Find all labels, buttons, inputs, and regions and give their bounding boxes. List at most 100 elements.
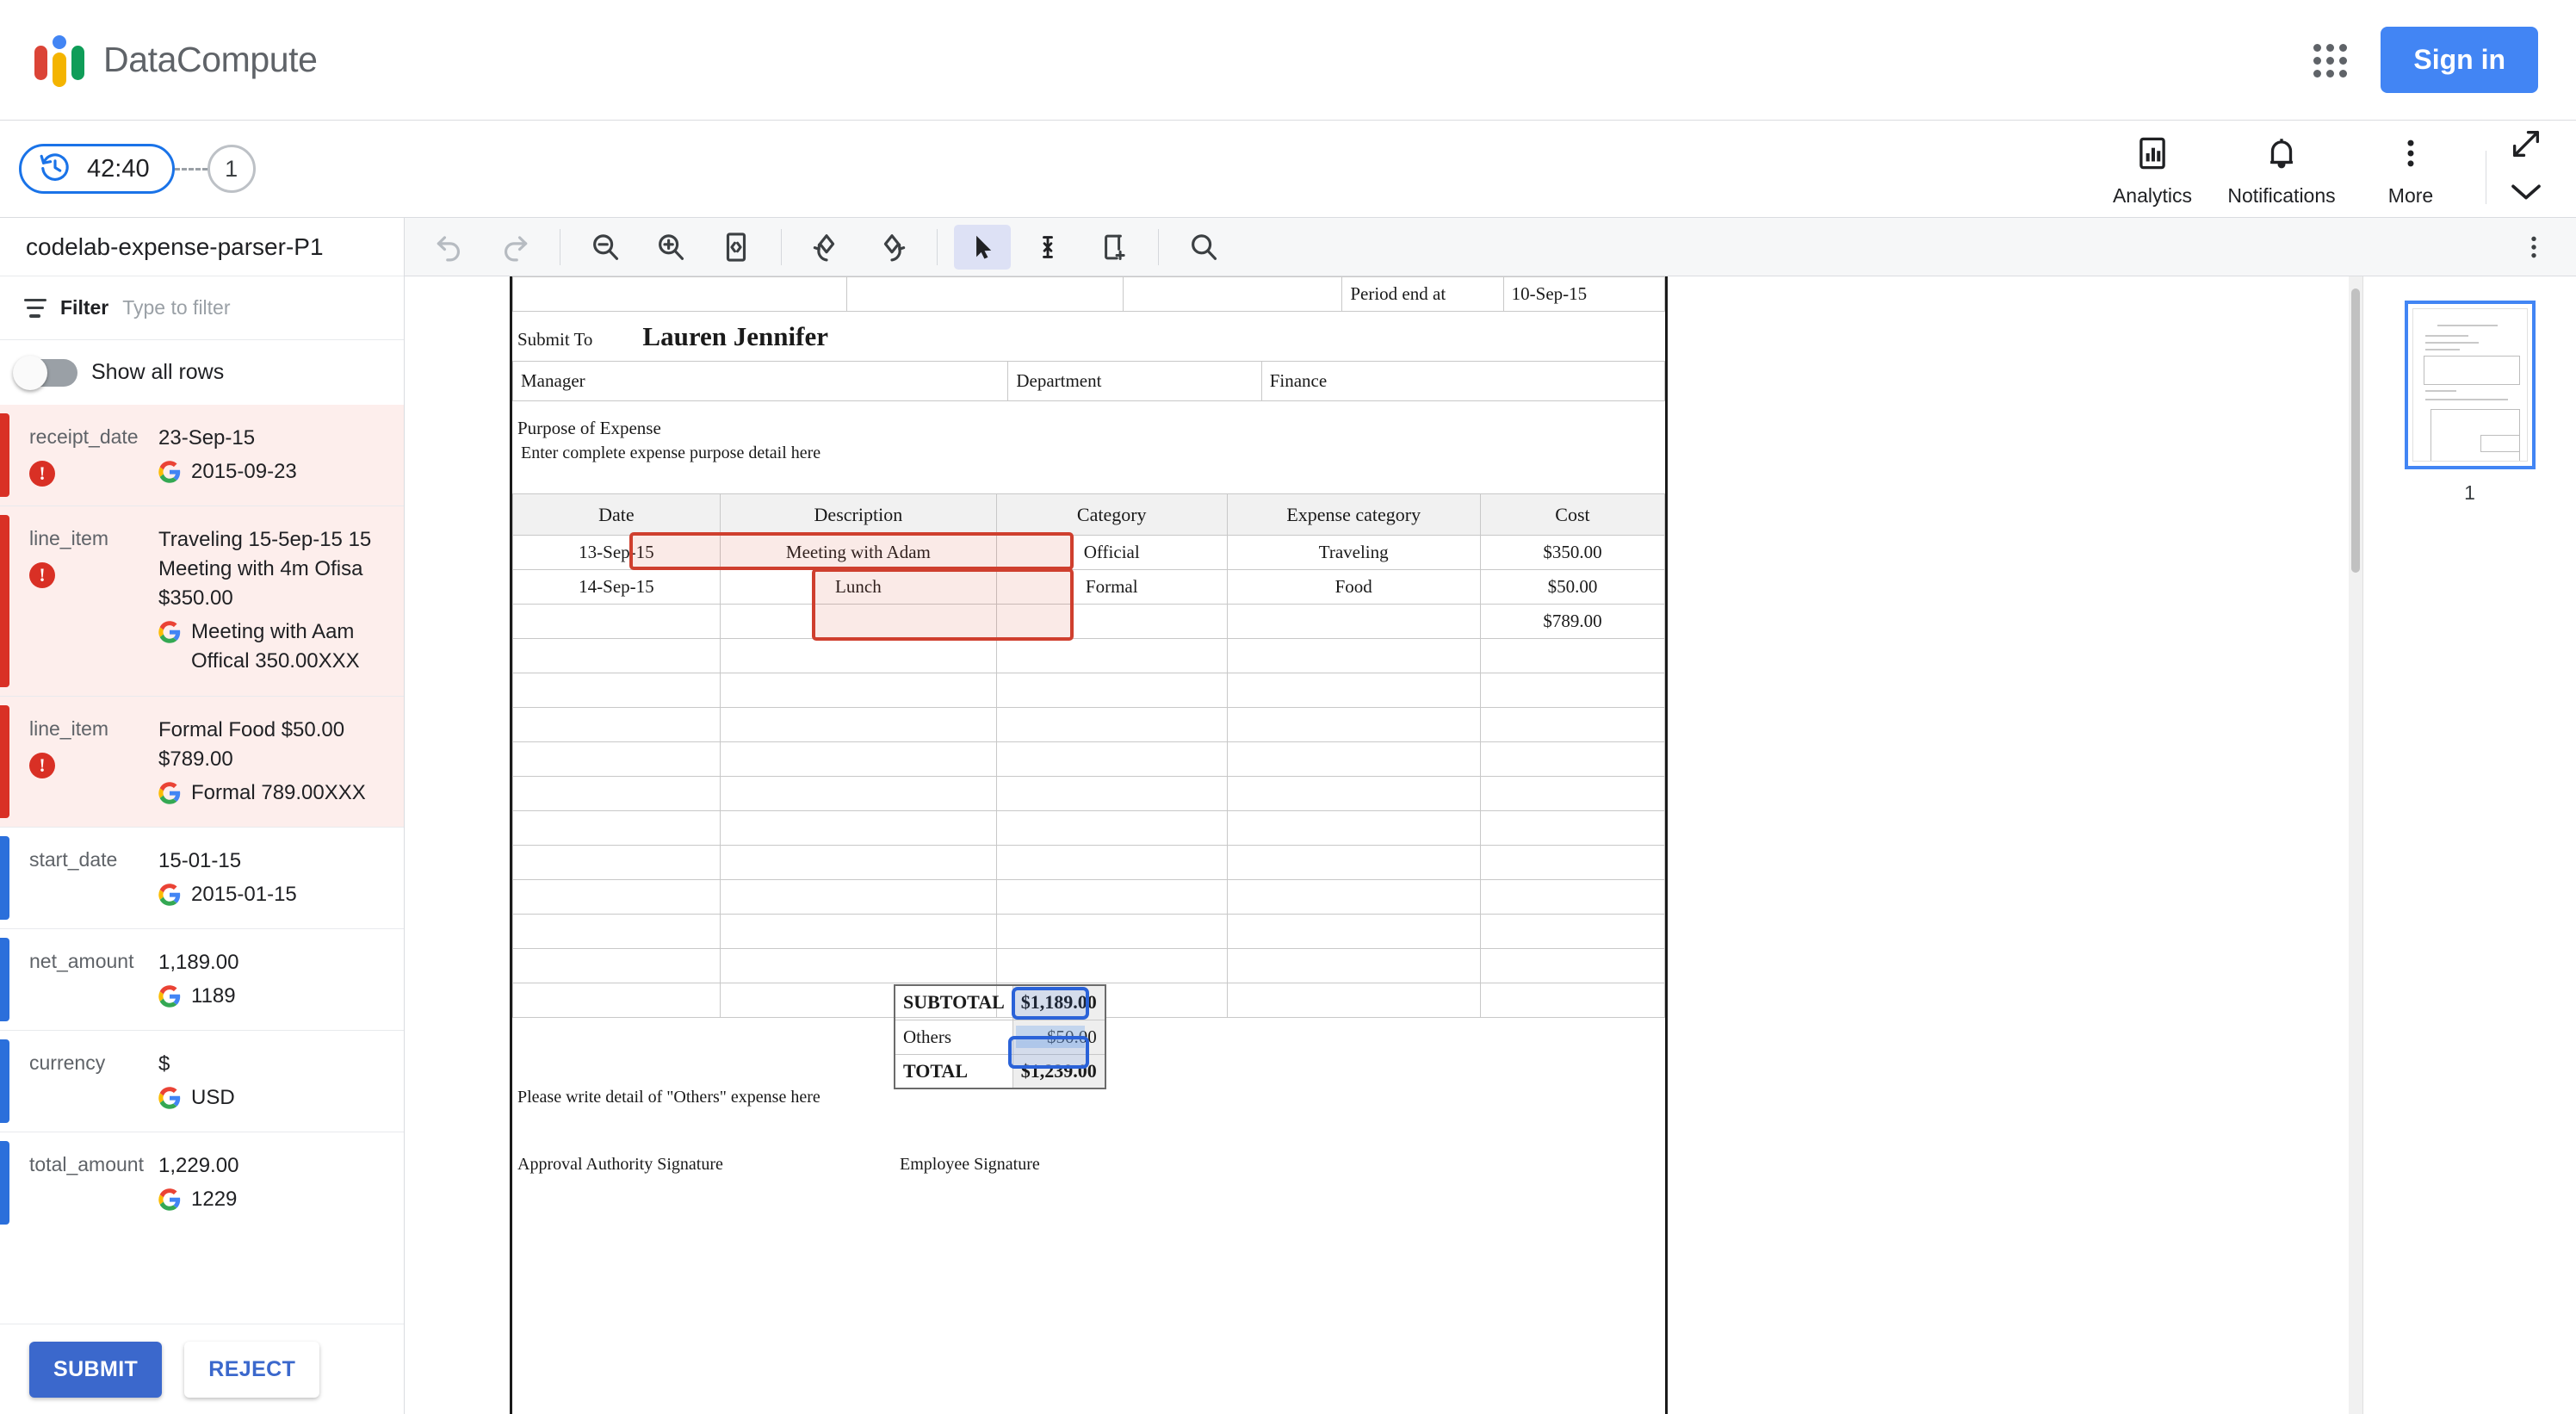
field-row-line_item[interactable]: line_item! Traveling 15-5ep-15 15 Meeting…	[0, 506, 404, 696]
expand-diagonal-icon[interactable]	[2509, 127, 2543, 165]
more-action[interactable]: More	[2346, 135, 2475, 211]
search-icon[interactable]	[1175, 225, 1232, 270]
table-row	[512, 776, 1666, 811]
reject-button[interactable]: REJECT	[184, 1341, 320, 1398]
google-g-icon	[158, 1188, 181, 1212]
filter-lines-icon	[24, 298, 46, 318]
expense-col-4: Cost	[1479, 493, 1666, 536]
department-label: Department	[1007, 361, 1262, 401]
field-suggestion[interactable]: 2015-09-23	[158, 457, 388, 487]
expense-table: Date Description Category Expense category C…	[512, 493, 1666, 1018]
totals-label: SUBTOTAL	[894, 984, 1013, 1020]
field-row-line_item[interactable]: line_item! Formal Food $50.00 $789.00 Form…	[0, 696, 404, 827]
zoom-in-icon[interactable]	[642, 225, 699, 270]
expense-cell	[512, 776, 721, 811]
document-title-row: codelab-expense-parser-P1	[0, 218, 404, 276]
document-viewer: Period end at 10-Sep-15 Submit To Lauren…	[405, 218, 2576, 1414]
filter-input[interactable]	[122, 296, 380, 319]
expense-cell	[1479, 776, 1666, 811]
purpose-text: Enter complete expense purpose detail he…	[521, 443, 821, 462]
field-value: 23-Sep-15	[158, 426, 256, 450]
analytics-action[interactable]: Analytics	[2088, 135, 2217, 211]
expense-cell	[719, 810, 997, 846]
field-suggestion[interactable]: USD	[158, 1083, 388, 1113]
submit-button[interactable]: SUBMIT	[29, 1341, 163, 1398]
select-pointer-icon[interactable]	[954, 224, 1011, 270]
expense-cell	[995, 638, 1228, 673]
expense-cell	[719, 638, 997, 673]
step-indicator[interactable]: 1	[207, 145, 256, 193]
sign-in-button[interactable]: Sign in	[2381, 27, 2538, 93]
period-end-label: Period end at	[1341, 276, 1504, 312]
thumbnail-page-number: 1	[2464, 481, 2475, 504]
field-value: Formal Food $50.00 $789.00	[158, 717, 345, 771]
scrollbar-thumb[interactable]	[2351, 288, 2360, 573]
expense-cell	[995, 776, 1228, 811]
period-end-value: 10-Sep-15	[1502, 276, 1666, 312]
bell-icon	[2263, 135, 2300, 176]
undo-icon[interactable]	[421, 225, 478, 270]
expense-cell: Official	[995, 535, 1228, 570]
field-suggestion-text: 1189	[191, 984, 236, 1008]
field-suggestion[interactable]: 2015-01-15	[158, 880, 388, 909]
department-value: Finance	[1260, 361, 1666, 401]
field-key: line_item	[29, 716, 109, 740]
expense-cell	[512, 707, 721, 742]
brand-logo[interactable]: DataCompute	[34, 34, 318, 87]
field-suggestion-text: Formal 789.00XXX	[191, 780, 366, 804]
chevron-down-icon[interactable]	[2509, 181, 2543, 208]
google-g-icon	[158, 461, 181, 483]
rotate-right-icon[interactable]	[864, 225, 920, 270]
expense-cell	[719, 914, 997, 949]
table-row	[512, 673, 1666, 708]
field-suggestion[interactable]: 1229	[158, 1185, 388, 1214]
field-row-total_amount[interactable]: total_amount 1,229.00 1229	[0, 1132, 404, 1233]
manager-label: Manager	[511, 361, 1009, 401]
expense-cell: 14-Sep-15	[512, 569, 721, 605]
analytics-chart-icon	[2134, 135, 2170, 176]
vertical-scrollbar[interactable]	[2349, 276, 2362, 1414]
redo-icon[interactable]	[486, 225, 543, 270]
field-suggestion[interactable]: Formal 789.00XXX	[158, 778, 388, 808]
app-bar: DataCompute Sign in	[0, 0, 2576, 121]
main-content: codelab-expense-parser-P1 Filter Show al…	[0, 218, 2576, 1414]
expense-cell	[1479, 983, 1666, 1018]
doc-cell	[846, 276, 1124, 312]
page-scroll-area[interactable]: Period end at 10-Sep-15 Submit To Lauren…	[405, 276, 2362, 1414]
task-timer[interactable]: 42:40	[19, 144, 175, 194]
extracted-fields-list: receipt_date! 23-Sep-15 2015-09-23 line_ite…	[0, 405, 404, 1324]
field-row-net_amount[interactable]: net_amount 1,189.00 1189	[0, 929, 404, 1030]
table-row	[512, 638, 1666, 673]
field-status-bar	[0, 1039, 9, 1124]
more-label: More	[2387, 184, 2434, 207]
apps-grid-icon[interactable]	[2310, 40, 2350, 80]
field-suggestion-text: 1229	[191, 1188, 238, 1212]
expense-cell	[1226, 673, 1481, 708]
field-suggestion[interactable]: Meeting with Aam Offical 350.00XXX	[158, 617, 388, 676]
add-region-icon[interactable]	[1085, 225, 1142, 270]
zoom-out-icon[interactable]	[577, 225, 634, 270]
text-select-icon[interactable]	[1019, 225, 1076, 270]
expense-cell	[995, 845, 1228, 880]
history-restore-icon	[39, 151, 71, 188]
expense-cell	[1479, 673, 1666, 708]
field-error-icon: !	[29, 752, 55, 778]
expense-cell	[1226, 845, 1481, 880]
totals-table: SUBTOTAL $1,189.00 Others $50.00 TOTAL $1,239…	[894, 984, 1106, 1089]
show-all-rows-toggle[interactable]	[13, 355, 77, 390]
expense-cell	[995, 707, 1228, 742]
fit-width-icon[interactable]	[708, 225, 765, 270]
document-page[interactable]: Period end at 10-Sep-15 Submit To Lauren…	[510, 276, 1668, 1414]
totals-value: $50.00	[1012, 1019, 1106, 1055]
viewer-more-icon[interactable]	[2514, 226, 2554, 269]
field-row-currency[interactable]: currency $ USD	[0, 1031, 404, 1132]
field-suggestion[interactable]: 1189	[158, 982, 388, 1011]
notifications-action[interactable]: Notifications	[2217, 135, 2346, 211]
task-bar: 42:40 1 Analytics Notifications More	[0, 121, 2576, 218]
page-thumbnail-1[interactable]	[2404, 301, 2536, 469]
expense-cell: $350.00	[1479, 535, 1666, 570]
employee-signature-label: Employee Signature	[900, 1155, 1040, 1174]
field-row-start_date[interactable]: start_date 15-01-15 2015-01-15	[0, 828, 404, 928]
field-row-receipt_date[interactable]: receipt_date! 23-Sep-15 2015-09-23	[0, 405, 404, 506]
rotate-left-icon[interactable]	[798, 225, 855, 270]
